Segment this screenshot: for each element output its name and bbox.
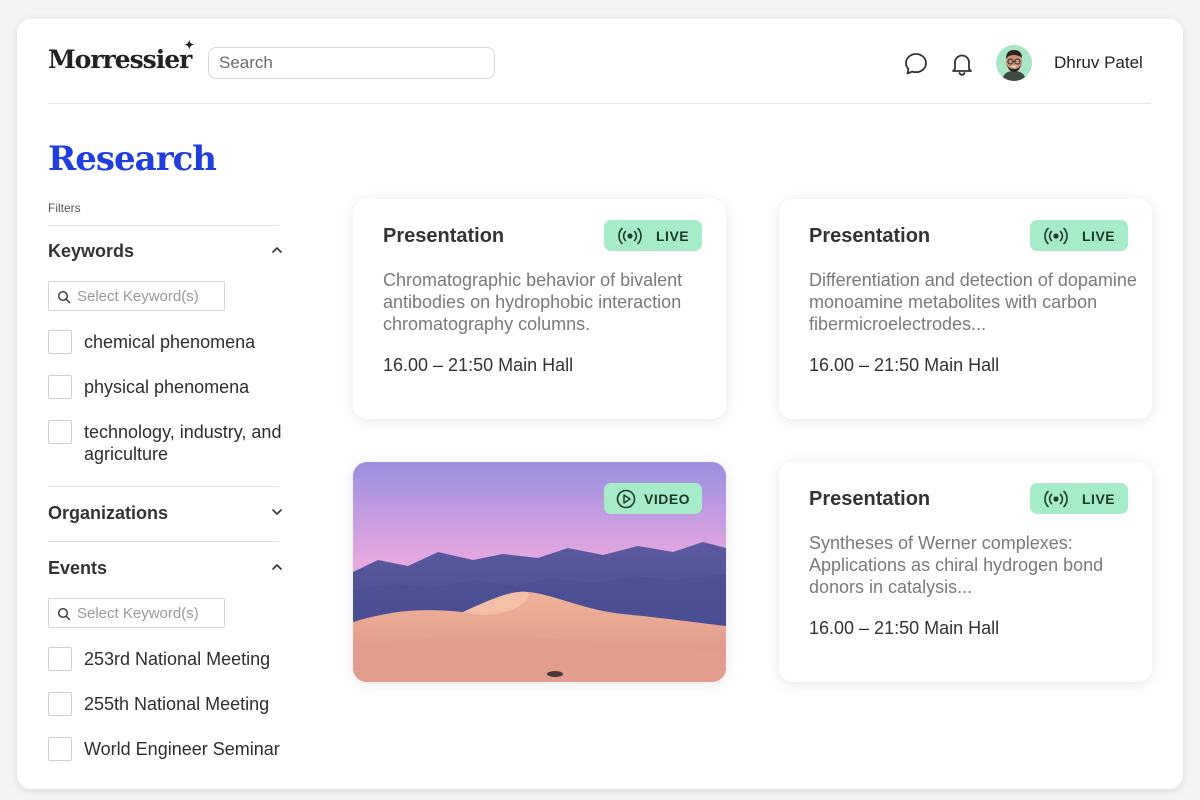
logo-text: Morressier — [48, 45, 192, 74]
card-description: Chromatographic behavior of bivalent ant… — [383, 270, 683, 334]
section-divider — [48, 486, 279, 487]
card-type: Presentation — [383, 225, 505, 247]
chevron-up-icon — [272, 564, 282, 570]
keywords-section-title: Keywords — [48, 241, 135, 261]
search-input[interactable] — [208, 47, 495, 79]
avatar[interactable] — [996, 45, 1032, 81]
live-badge: LIVE — [604, 220, 702, 251]
chevron-up-icon — [272, 247, 282, 253]
play-circle-icon — [616, 489, 636, 509]
checkbox-label: technology, industry, and agriculture — [84, 422, 282, 464]
video-card[interactable]: VIDEO — [353, 462, 726, 682]
checkbox[interactable] — [48, 375, 72, 399]
badge-label: LIVE — [656, 228, 690, 244]
events-search-field[interactable] — [48, 598, 225, 628]
user-avatar-icon — [996, 45, 1032, 81]
live-broadcast-icon — [618, 227, 642, 245]
card-time-location: 16.00 – 21:50 Main Hall — [809, 355, 1000, 375]
live-broadcast-icon — [1044, 490, 1068, 508]
logo[interactable]: Morressier ✦ — [48, 38, 194, 74]
search-icon — [57, 607, 71, 621]
checkbox-label: 255th National Meeting — [84, 694, 270, 714]
filters-label: Filters — [48, 201, 81, 215]
app-window: Morressier ✦ Dhruv Patel — [17, 19, 1183, 789]
events-search-input[interactable] — [77, 599, 223, 627]
presentation-card[interactable]: Presentation LIVE Chromatographic behavi… — [353, 199, 726, 419]
organizations-section-title: Organizations — [48, 503, 169, 523]
header-divider — [48, 103, 1151, 104]
keywords-section-toggle[interactable]: Keywords — [48, 241, 284, 265]
user-name[interactable]: Dhruv Patel — [1054, 53, 1143, 73]
card-type: Presentation — [809, 488, 931, 510]
chat-bubble-icon[interactable] — [903, 51, 929, 77]
search-icon — [57, 290, 71, 304]
keywords-search-field[interactable] — [48, 281, 225, 311]
card-description: Differentiation and detection of dopamin… — [809, 270, 1137, 334]
live-badge: LIVE — [1030, 220, 1128, 251]
page-title: Research — [48, 139, 217, 179]
checkbox[interactable] — [48, 420, 72, 444]
presentation-card[interactable]: Presentation LIVE Differentiation and de… — [779, 199, 1152, 419]
badge-label: VIDEO — [644, 491, 691, 507]
filters-divider — [48, 225, 279, 226]
logo-star-icon: ✦ — [184, 38, 194, 52]
organizations-section-toggle[interactable]: Organizations — [48, 503, 284, 527]
top-bar: Morressier ✦ Dhruv Patel — [17, 19, 1183, 104]
presentation-card[interactable]: Presentation LIVE Syntheses of Werner co… — [779, 462, 1152, 682]
checkbox[interactable] — [48, 692, 72, 716]
checkbox[interactable] — [48, 737, 72, 761]
badge-label: LIVE — [1082, 228, 1116, 244]
checkbox-label: physical phenomena — [84, 377, 250, 397]
live-badge: LIVE — [1030, 483, 1128, 514]
video-badge: VIDEO — [604, 483, 702, 514]
badge-label: LIVE — [1082, 491, 1116, 507]
events-section-title: Events — [48, 558, 108, 578]
events-section-toggle[interactable]: Events — [48, 558, 284, 582]
checkbox[interactable] — [48, 330, 72, 354]
card-time-location: 16.00 – 21:50 Main Hall — [383, 355, 574, 375]
chevron-down-icon — [272, 509, 282, 515]
card-time-location: 16.00 – 21:50 Main Hall — [809, 618, 1000, 638]
bell-icon[interactable] — [949, 51, 975, 77]
card-description: Syntheses of Werner complexes: Applicati… — [809, 533, 1104, 597]
checkbox-label: 253rd National Meeting — [84, 649, 271, 669]
checkbox-label: World Engineer Seminar — [84, 739, 280, 759]
card-type: Presentation — [809, 225, 931, 247]
checkbox[interactable] — [48, 647, 72, 671]
checkbox-label: chemical phenomena — [84, 332, 256, 352]
keywords-search-input[interactable] — [77, 282, 223, 310]
live-broadcast-icon — [1044, 227, 1068, 245]
section-divider — [48, 541, 279, 542]
